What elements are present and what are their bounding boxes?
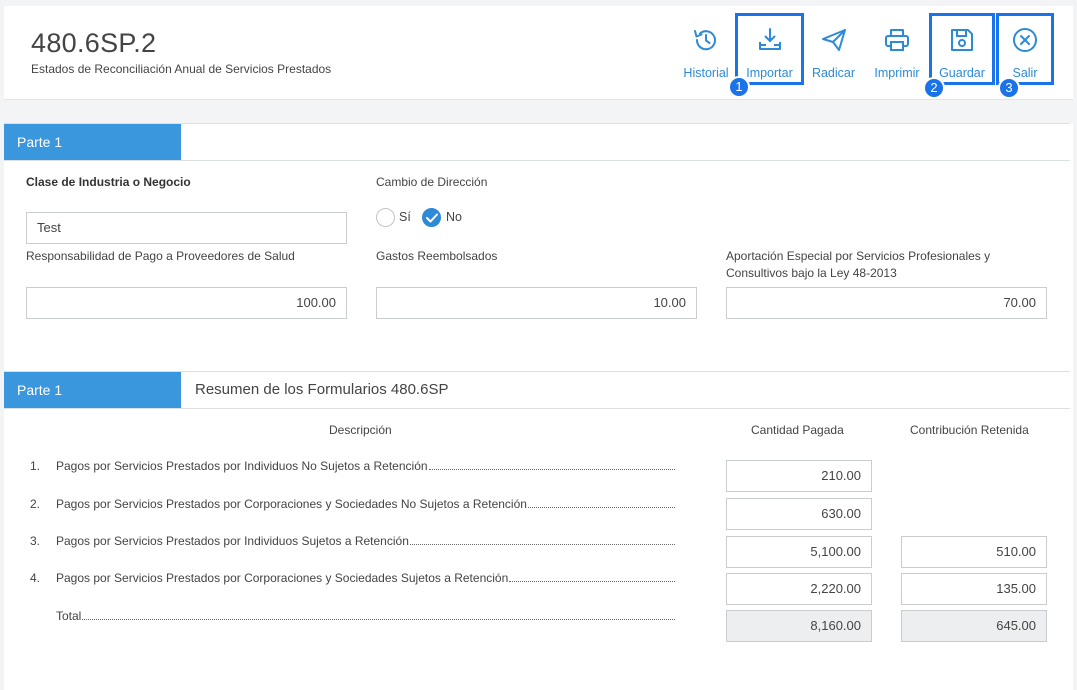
cambio-direccion-label: Cambio de Dirección: [376, 175, 488, 189]
imprimir-label: Imprimir: [874, 66, 920, 80]
col-header-contribucion-retenida: Contribución Retenida: [910, 423, 1029, 437]
radio-no-label: No: [446, 210, 462, 224]
section-title-resumen: Resumen de los Formularios 480.6SP: [195, 381, 449, 398]
section-tab-parte-1: Parte 1: [4, 124, 181, 160]
row-description: Pagos por Servicios Prestados por Corpor…: [56, 497, 527, 511]
gastos-input[interactable]: 10.00: [376, 287, 697, 319]
importar-button[interactable]: Importar: [735, 13, 804, 85]
radicar-label: Radicar: [811, 66, 856, 80]
row-number: 2.: [30, 497, 41, 511]
total-row: Total: [30, 609, 675, 623]
printer-icon: [885, 29, 909, 51]
table-row: 2. Pagos por Servicios Prestados por Cor…: [30, 497, 675, 511]
dot-leader: [428, 469, 675, 470]
section-parte-1: Parte 1: [4, 123, 1070, 161]
aportacion-input[interactable]: 70.00: [726, 287, 1047, 319]
form-content: Parte 1 Clase de Industria o Negocio Tes…: [4, 123, 1073, 690]
step-badge-1: 1: [728, 76, 750, 98]
table-row: 4. Pagos por Servicios Prestados por Cor…: [30, 571, 675, 585]
col-header-descripcion: Descripción: [329, 423, 392, 437]
retenida-input-4[interactable]: 135.00: [901, 573, 1047, 605]
total-retenida: 645.00: [901, 610, 1047, 642]
salir-button[interactable]: Salir: [996, 13, 1054, 85]
dot-leader: [82, 619, 675, 620]
pagada-input-1[interactable]: 210.00: [726, 460, 872, 492]
historial-label: Historial: [683, 66, 729, 80]
dot-leader: [509, 581, 675, 582]
history-icon: [694, 30, 716, 51]
row-description: Pagos por Servicios Prestados por Indivi…: [56, 459, 428, 473]
pagada-input-4[interactable]: 2,220.00: [726, 573, 872, 605]
aportacion-label-1: Aportación Especial por Servicios Profes…: [726, 249, 991, 263]
step-badge-2: 2: [923, 77, 945, 99]
dot-leader: [527, 507, 675, 508]
table-row: 1. Pagos por Servicios Prestados por Ind…: [30, 459, 675, 473]
gastos-label: Gastos Reembolsados: [376, 249, 498, 263]
section-tab-resumen: Parte 1: [4, 372, 181, 408]
page-title: 480.6SP.2: [31, 28, 157, 58]
row-description: Pagos por Servicios Prestados por Corpor…: [56, 571, 509, 585]
section-resumen: Parte 1 Resumen de los Formularios 480.6…: [4, 371, 1070, 409]
radio-si[interactable]: [376, 208, 395, 227]
row-number: 4.: [30, 571, 41, 585]
row-description: Pagos por Servicios Prestados por Indivi…: [56, 534, 409, 548]
pagada-input-3[interactable]: 5,100.00: [726, 536, 872, 568]
imprimir-button[interactable]: Imprimir: [868, 16, 926, 82]
table-row: 3. Pagos por Servicios Prestados por Ind…: [30, 534, 675, 548]
dot-leader: [409, 544, 675, 545]
pagada-input-2[interactable]: 630.00: [726, 498, 872, 530]
page-subtitle: Estados de Reconciliación Anual de Servi…: [31, 62, 332, 76]
guardar-label: Guardar: [939, 66, 985, 80]
page-header: 480.6SP.2 Estados de Reconciliación Anua…: [4, 6, 1073, 100]
importar-label: Importar: [746, 66, 793, 80]
step-badge-3: 3: [998, 77, 1020, 99]
row-number: 3.: [30, 534, 41, 548]
retenida-input-3[interactable]: 510.00: [901, 536, 1047, 568]
radio-no[interactable]: [422, 208, 441, 227]
industria-input[interactable]: Test: [26, 212, 347, 244]
import-icon: [758, 28, 781, 50]
send-icon: [821, 29, 846, 51]
historial-button[interactable]: Historial: [678, 16, 734, 82]
total-pagada: 8,160.00: [726, 610, 872, 642]
col-header-cantidad-pagada: Cantidad Pagada: [751, 423, 844, 437]
check-icon: [426, 213, 438, 223]
salud-label: Responsabilidad de Pago a Proveedores de…: [26, 249, 295, 263]
guardar-button[interactable]: Guardar: [929, 13, 995, 85]
aportacion-label-2: Consultivos bajo la Ley 48-2013: [726, 266, 897, 280]
radicar-button[interactable]: Radicar: [807, 16, 860, 82]
industria-label: Clase de Industria o Negocio: [26, 175, 191, 189]
total-label: Total: [56, 609, 82, 623]
radio-si-label: Sí: [399, 210, 411, 224]
row-number: 1.: [30, 459, 41, 473]
close-circle-icon: [1013, 28, 1037, 52]
salud-input[interactable]: 100.00: [26, 287, 347, 319]
save-icon: [951, 29, 973, 51]
